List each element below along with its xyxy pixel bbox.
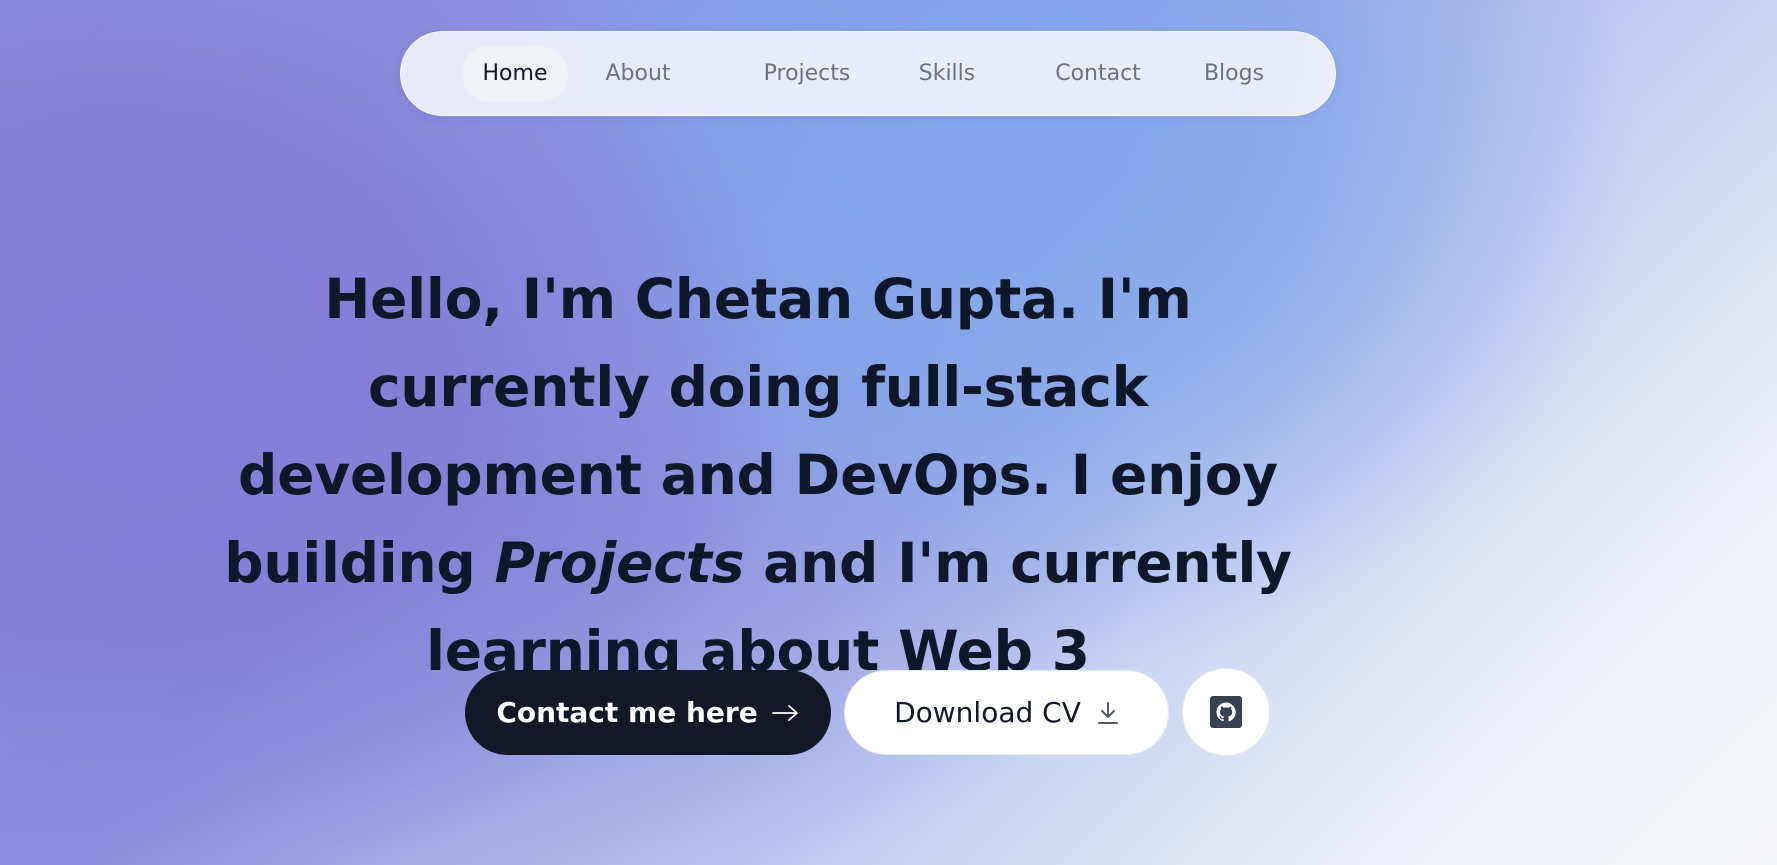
download-icon [1097,701,1119,725]
nav-item-blogs[interactable]: Blogs [1189,46,1279,102]
nav-item-about[interactable]: About [593,46,683,102]
nav-item-projects[interactable]: Projects [757,46,857,102]
contact-button-label: Contact me here [496,696,758,729]
hero-intro: Hello, I'm Chetan Gupta. I'm currently d… [200,255,1316,695]
github-icon [1210,696,1242,728]
nav-item-home[interactable]: Home [462,46,568,102]
hero-projects-word: Projects [494,531,745,595]
nav-item-skills[interactable]: Skills [907,46,987,102]
contact-button[interactable]: Contact me here [465,670,831,755]
hero-greeting: Hello, I'm Chetan Gupta. [324,267,1079,331]
arrow-right-icon [771,703,800,723]
download-cv-button[interactable]: Download CV [844,670,1169,755]
github-button[interactable] [1182,668,1270,756]
navbar: Home About Projects Skills Contact Blogs [400,31,1336,116]
nav-item-contact[interactable]: Contact [1048,46,1148,102]
download-cv-label: Download CV [894,696,1081,729]
